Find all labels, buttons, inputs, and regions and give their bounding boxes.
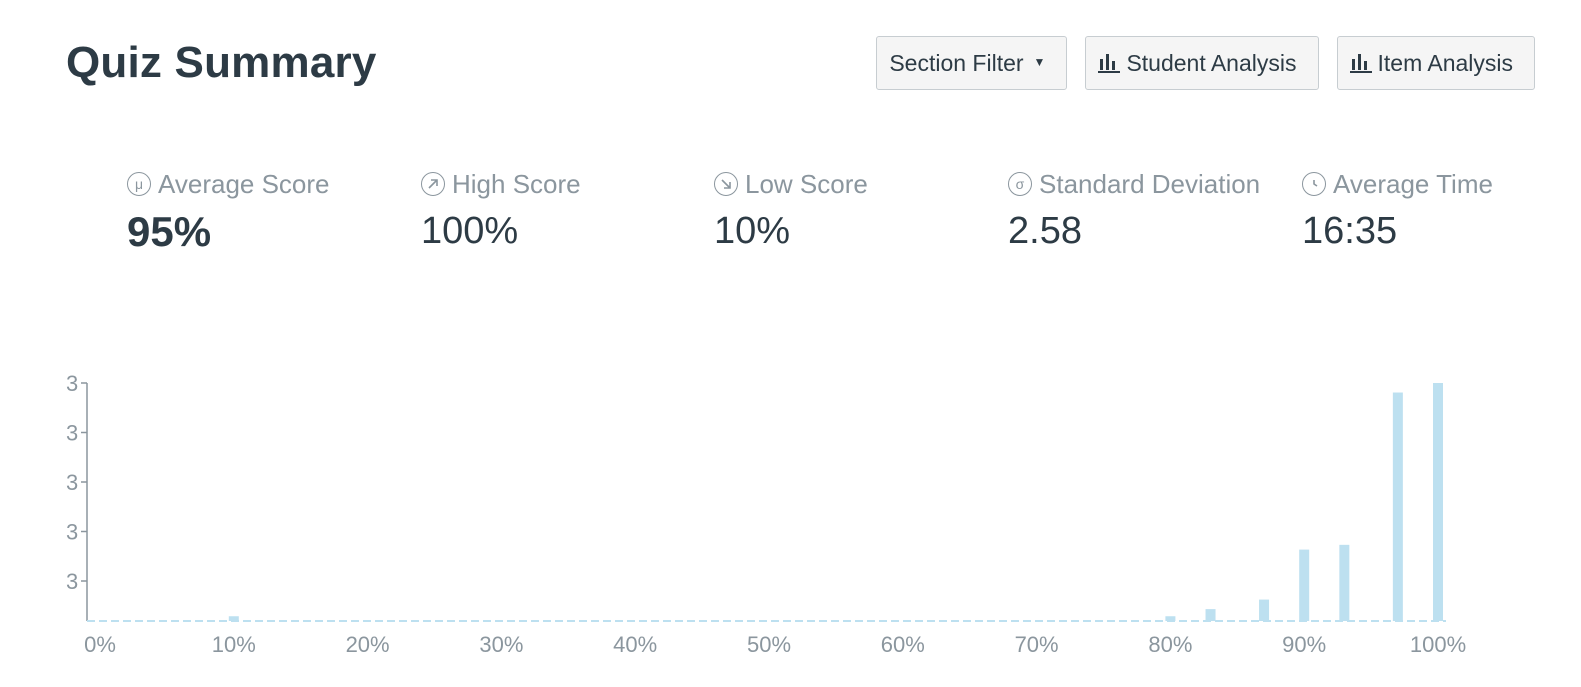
chart-bar	[1259, 599, 1270, 621]
chart-bar	[1339, 544, 1350, 621]
x-tick-label: 90%	[1282, 632, 1326, 657]
chart-bar	[1299, 549, 1310, 621]
x-tick-label: 60%	[881, 632, 925, 657]
chart-bar	[1205, 609, 1216, 621]
chart-bar	[1392, 392, 1403, 621]
y-tick-label: 3	[66, 569, 78, 594]
chart-bar	[228, 616, 239, 621]
chart-bar	[1433, 383, 1443, 621]
x-tick-label: 0%	[84, 632, 116, 657]
y-tick-label: 3	[66, 421, 78, 446]
x-tick-label: 50%	[747, 632, 791, 657]
quiz-summary-page: Quiz Summary Section Filter ▼ Student An…	[0, 0, 1581, 687]
x-tick-label: 70%	[1015, 632, 1059, 657]
x-tick-label: 100%	[1410, 632, 1466, 657]
x-tick-label: 30%	[479, 632, 523, 657]
x-tick-label: 20%	[346, 632, 390, 657]
y-tick-label: 3	[66, 470, 78, 495]
chart-bar	[1165, 616, 1176, 621]
y-tick-label: 3	[66, 371, 78, 396]
y-tick-label: 3	[66, 520, 78, 545]
x-tick-label: 10%	[212, 632, 256, 657]
x-tick-label: 40%	[613, 632, 657, 657]
x-tick-label: 80%	[1148, 632, 1192, 657]
score-distribution-chart: 333330% 10% 20% 30% 40% 50% 60% 70% 80% 90% 100%	[66, 371, 1466, 657]
